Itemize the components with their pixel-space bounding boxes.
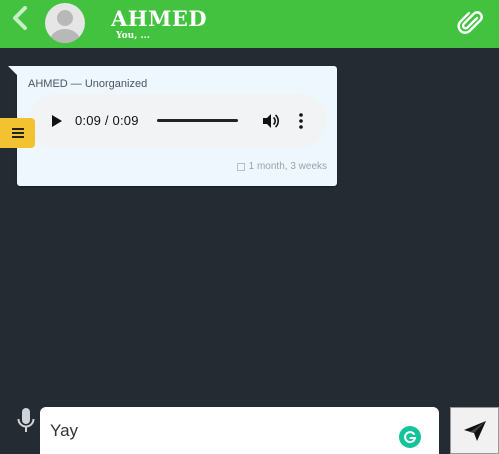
audio-player[interactable]: 0:09 / 0:09 [29,94,327,148]
more-options-icon[interactable] [293,111,309,131]
timestamp-text: 1 month, 3 weeks [248,161,327,172]
bubble-tail [8,66,17,75]
microphone-icon [17,408,35,432]
microphone-button[interactable] [13,406,39,436]
grammarly-icon[interactable] [399,426,421,448]
send-icon [463,420,486,441]
side-menu-button[interactable] [0,118,35,148]
audio-progress-bar[interactable] [157,119,238,122]
contact-name[interactable]: AHMED [111,6,207,31]
contact-status: You, ... [116,31,150,41]
message-input[interactable]: Yay [40,407,439,454]
chat-header: AHMED You, ... [0,0,499,48]
play-icon[interactable] [48,113,64,129]
paperclip-icon [457,11,483,34]
user-silhouette-icon [50,10,80,43]
back-button[interactable] [8,6,32,30]
grammarly-g-icon [404,431,417,444]
hamburger-icon [11,128,24,138]
checkbox-icon [236,162,245,171]
volume-icon[interactable] [261,112,279,130]
chevron-left-icon [13,6,27,30]
message-sender: AHMED — Unorganized [28,78,148,90]
avatar[interactable] [45,3,85,43]
audio-time: 0:09 / 0:09 [75,113,139,128]
attach-button[interactable] [455,8,485,38]
message-bubble: AHMED — Unorganized 0:09 / 0:09 1 month,… [8,66,337,186]
send-button[interactable] [450,407,499,454]
message-timestamp: 1 month, 3 weeks [236,161,327,172]
message-input-text[interactable]: Yay [50,421,78,441]
